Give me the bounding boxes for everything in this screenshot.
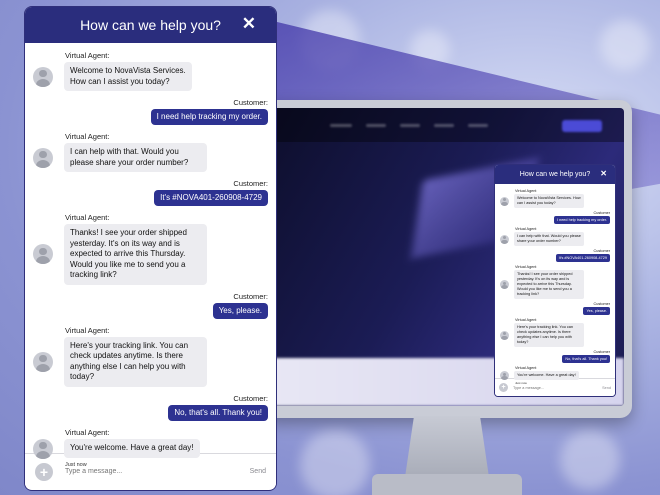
background-light xyxy=(300,430,370,495)
nav-placeholder xyxy=(468,124,488,127)
message-bubble: Yes, please. xyxy=(583,307,610,315)
sender-label: Virtual Agent: xyxy=(65,132,110,141)
sender-label: Virtual Agent: xyxy=(65,325,110,335)
nav-placeholder xyxy=(434,124,454,127)
message-bubble: Yes, please. xyxy=(212,302,268,319)
message-bubble: Here's your tracking link. You can check… xyxy=(514,323,584,347)
sender-label: Customer xyxy=(593,211,610,215)
agent-message: Virtual Agent: I can help with that. Wou… xyxy=(33,132,268,172)
message-bubble: No, that's all. Thank you! xyxy=(168,404,268,421)
agent-avatar-icon xyxy=(33,244,53,265)
agent-message: Virtual Agent Thanks! I see your order s… xyxy=(500,265,610,299)
sender-label: Virtual Agent xyxy=(515,227,537,231)
plus-icon[interactable]: + xyxy=(35,462,53,481)
customer-message: Customer: I need help tracking my order. xyxy=(33,98,268,125)
close-icon[interactable]: ✕ xyxy=(600,169,607,178)
agent-message: Virtual Agent Welcome to NovaVista Servi… xyxy=(500,189,610,208)
sender-label: Virtual Agent xyxy=(515,189,537,193)
agent-message: Virtual Agent: Thanks! I see your order … xyxy=(33,213,268,285)
message-bubble: I can help with that. Would you please s… xyxy=(514,232,584,246)
agent-avatar-icon xyxy=(500,280,509,289)
send-button[interactable]: Send xyxy=(602,386,611,390)
message-bubble: Welcome to NovaVista Services. How can I… xyxy=(514,194,584,208)
agent-message: Virtual Agent: Here's your tracking link… xyxy=(33,326,268,387)
chat-footer: + Send xyxy=(495,378,615,396)
message-bubble: It's #NOVA401-260908-4729 xyxy=(154,190,268,206)
chat-header: How can we help you? ✕ xyxy=(495,165,615,184)
message-bubble: I need help tracking my order. xyxy=(553,216,610,224)
sender-label: Virtual Agent xyxy=(515,318,537,322)
sender-label: Customer: xyxy=(233,179,268,188)
message-timestamp: Just now xyxy=(65,461,87,468)
sender-label: Customer: xyxy=(233,291,268,301)
message-timestamp: Just now xyxy=(515,381,527,385)
nav-placeholder xyxy=(330,124,352,127)
agent-avatar-icon xyxy=(33,66,53,87)
message-input[interactable] xyxy=(65,468,250,475)
customer-message: Customer: No, that's all. Thank you! xyxy=(33,394,268,421)
sender-label: Virtual Agent: xyxy=(65,213,110,222)
agent-message: Virtual Agent Here's your tracking link.… xyxy=(500,318,610,347)
agent-avatar-icon xyxy=(33,147,53,168)
sender-label: Virtual Agent xyxy=(515,265,537,269)
sender-label: Customer xyxy=(593,350,610,354)
monitor-stand xyxy=(405,416,489,476)
message-bubble: No, that's all. Thank you! xyxy=(562,355,610,363)
chat-messages: Virtual Agent Welcome to NovaVista Servi… xyxy=(495,184,615,385)
nav-placeholder xyxy=(400,124,420,127)
message-bubble: I need help tracking my order. xyxy=(150,109,268,125)
monitor-base xyxy=(372,474,522,495)
sender-label: Customer xyxy=(593,249,610,253)
chat-widget-preview: How can we help you? ✕ Virtual Agent Wel… xyxy=(494,164,616,397)
message-bubble: Thanks! I see your order shipped yesterd… xyxy=(514,270,584,299)
agent-avatar-icon xyxy=(33,351,53,372)
customer-message: Customer No, that's all. Thank you! xyxy=(500,350,610,363)
background-light xyxy=(600,20,650,70)
agent-message: Virtual Agent I can help with that. Woul… xyxy=(500,227,610,246)
sender-label: Virtual Agent xyxy=(515,366,537,370)
close-icon[interactable]: ✕ xyxy=(242,14,256,34)
background-light xyxy=(560,430,620,490)
nav-placeholder xyxy=(366,124,386,127)
agent-avatar-icon xyxy=(500,330,509,340)
agent-avatar-icon xyxy=(500,371,509,380)
agent-avatar-icon xyxy=(33,438,53,459)
message-bubble: Thanks! I see your order shipped yesterd… xyxy=(64,224,207,285)
customer-message: Customer Yes, please. xyxy=(500,302,610,315)
chat-title: How can we help you? xyxy=(519,171,591,178)
agent-avatar-icon xyxy=(500,196,509,206)
sender-label: Customer xyxy=(593,302,610,306)
message-bubble: It's #NOVA401-260908-4729 xyxy=(555,254,610,262)
message-input[interactable] xyxy=(513,385,603,390)
message-bubble: You're welcome. Have a great day! xyxy=(514,371,579,380)
agent-avatar-icon xyxy=(500,234,509,244)
send-button[interactable]: Send xyxy=(250,468,266,475)
agent-message: Virtual Agent: Welcome to NovaVista Serv… xyxy=(33,51,268,91)
chat-header: How can we help you? ✕ xyxy=(25,7,276,43)
customer-message: Customer: It's #NOVA401-260908-4729 xyxy=(33,179,268,206)
sender-label: Virtual Agent: xyxy=(65,427,110,437)
sender-label: Customer: xyxy=(233,98,268,107)
plus-icon[interactable]: + xyxy=(499,383,508,392)
sender-label: Customer: xyxy=(233,393,268,403)
nav-cta-button xyxy=(562,120,602,132)
website-navbar xyxy=(270,108,624,142)
message-bubble: Welcome to NovaVista Services. How can I… xyxy=(64,62,192,91)
customer-message: Customer It's #NOVA401-260908-4729 xyxy=(500,249,610,262)
message-bubble: I can help with that. Would you please s… xyxy=(64,143,207,172)
message-bubble: Here's your tracking link. You can check… xyxy=(64,336,207,387)
message-bubble: You're welcome. Have a great day! xyxy=(64,439,200,458)
sender-label: Virtual Agent: xyxy=(65,51,110,60)
chat-title: How can we help you? xyxy=(80,17,221,33)
customer-message: Customer I need help tracking my order. xyxy=(500,211,610,224)
customer-message: Customer: Yes, please. xyxy=(33,292,268,319)
chat-messages: Virtual Agent: Welcome to NovaVista Serv… xyxy=(25,43,276,468)
chat-widget: How can we help you? ✕ Virtual Agent: We… xyxy=(24,6,277,491)
